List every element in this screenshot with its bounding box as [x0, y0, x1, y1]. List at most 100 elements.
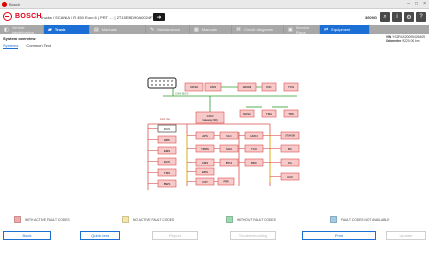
legend-item-without-faults: WITHOUT FAULT CODES — [226, 216, 276, 223]
ecu-label: PRR — [223, 181, 228, 184]
ecu-inc[interactable]: INC — [261, 82, 277, 92]
legend-swatch — [330, 216, 337, 223]
app-window: Bosch – □ × BOSCH Trucks / SCANIA / R 45… — [0, 0, 429, 258]
ecu-column-2: APS TPMS CMS ERS CST PRR — [195, 131, 235, 186]
ecu-cms[interactable]: CMS — [195, 158, 215, 167]
update-button[interactable]: Update — [386, 231, 426, 240]
print-button[interactable]: Print — [302, 231, 376, 240]
tab-label: Equipment — [331, 27, 351, 32]
ecu-label: DCS — [164, 127, 170, 131]
tab-manuals[interactable]: ▤ Manuals — [90, 25, 146, 34]
subtab-common-text[interactable]: Common Text — [26, 43, 51, 49]
app-logo-icon — [2, 2, 7, 7]
ecu-ers[interactable]: ERS — [195, 167, 215, 176]
book-icon: ▤ — [94, 26, 99, 33]
legend: WITH ACTIVE FAULT CODES NO ACTIVE FAULT … — [0, 216, 429, 228]
ecu-bc[interactable]: BC — [280, 144, 300, 153]
info-icon[interactable]: i — [392, 12, 402, 22]
tab-circuit-diagrams[interactable]: ⌘ Circuit diagrams — [232, 25, 284, 34]
ecu-tpms[interactable]: TPMS — [195, 144, 215, 153]
ecu-prr[interactable]: PRR — [217, 177, 235, 186]
ecu-label: BWS — [164, 182, 171, 186]
ecu-hmci[interactable]: HMCI — [244, 131, 264, 140]
gateway-sublabel: Gateway (SR) — [202, 119, 217, 122]
ecu-label: ECS — [164, 160, 170, 164]
ecu-vlc[interactable]: VLC — [219, 131, 239, 140]
quick-test-button[interactable]: Quick test — [80, 231, 120, 240]
left-column-stubs — [148, 128, 158, 184]
legend-item-active-faults: WITH ACTIVE FAULT CODES — [14, 216, 70, 223]
ecu-dhs2[interactable]: DHS2 — [239, 109, 255, 118]
header: BOSCH Trucks / SCANIA / R 450 Euro 6 | P… — [0, 9, 429, 25]
ecu-column-4: HMCI TCO BRC — [244, 131, 264, 167]
odometer-label: Odometer — [385, 39, 402, 44]
tab-manuals-2[interactable]: ▦ Manuals — [190, 25, 232, 34]
ecu-column-3: VLC SHU BTUI — [219, 131, 239, 167]
ecu-shu[interactable]: SHU — [219, 144, 239, 153]
plan-icon: ▣ — [288, 26, 293, 33]
ecu-label: CDS2 — [190, 85, 198, 89]
ecu-label: CDS — [210, 85, 216, 89]
ecu-ecs[interactable]: ECS — [157, 157, 177, 166]
subtab-systems[interactable]: Systems — [3, 43, 19, 49]
ecu-trs[interactable]: TRS — [283, 109, 299, 118]
vehicle-code: 3609G — [364, 15, 377, 20]
left-bus-label: Cent. Ser — [160, 118, 170, 121]
ecu-ebs[interactable]: EBS — [157, 135, 177, 144]
obd-connector-icon[interactable] — [147, 77, 177, 89]
bottom-spacer — [0, 246, 429, 258]
ecu-bws[interactable]: BWS — [157, 179, 177, 188]
legend-swatch — [122, 216, 129, 223]
ecu-tma[interactable]: TMA — [261, 109, 277, 118]
back-button[interactable]: Back — [3, 231, 51, 240]
ecu-coo-gateway[interactable]: COO Gateway (SR) — [195, 111, 225, 124]
main-navigation: ◧ Vehicle identification ▰ Truck ▤ Manua… — [0, 24, 429, 35]
can-bus-label: CAN BUS — [175, 92, 188, 96]
ecu-uti-hom[interactable]: UTI/HOM — [280, 131, 300, 140]
action-bar: Back Quick test Report Troubleshooting P… — [0, 231, 429, 243]
system-topology-diagram: CAN BUS CDS2 CDS ARGMI INC TCS DHS2 TMA … — [147, 77, 300, 190]
tab-truck[interactable]: ▰ Truck — [44, 25, 90, 34]
gear-icon[interactable]: ⚙ — [404, 12, 414, 22]
ecu-label: TCO — [251, 147, 258, 151]
ecu-left-column: DCS EBS EMS ECS TMS BWS — [157, 124, 177, 188]
bosch-armature-icon — [3, 12, 12, 21]
ecu-tms[interactable]: TMS — [157, 168, 177, 177]
plug-icon: ⇄ — [324, 26, 329, 33]
ecu-cds2[interactable]: CDS2 — [184, 82, 204, 92]
legend-label: FAULT CODES NOT AVAILABLE — [341, 217, 390, 222]
ecu-brc[interactable]: BRC — [244, 158, 264, 167]
troubleshooting-button[interactable]: Troubleshooting — [230, 231, 276, 240]
arrow-right-icon[interactable]: ➜ — [153, 13, 165, 21]
legend-item-not-available: FAULT CODES NOT AVAILABLE — [330, 216, 389, 223]
ecu-label: BTUI — [226, 161, 233, 165]
ecu-ems[interactable]: EMS — [157, 146, 177, 155]
ecu-aps[interactable]: APS — [195, 131, 215, 140]
ecu-label: BC — [288, 147, 292, 151]
report-button[interactable]: Report — [152, 231, 198, 240]
tab-service-plans[interactable]: ▣ Service Plans — [284, 24, 320, 35]
ecu-argmi[interactable]: ARGMI — [237, 82, 257, 92]
ecu-cds[interactable]: CDS — [204, 82, 222, 92]
minimize-icon[interactable]: – — [407, 2, 410, 7]
ecu-label: TCS — [288, 85, 294, 89]
legend-swatch — [226, 216, 233, 223]
ecu-btui[interactable]: BTUI — [219, 158, 239, 167]
ecu-tco[interactable]: TCO — [244, 144, 264, 153]
help-icon[interactable]: ? — [416, 12, 426, 22]
gateway-label: COO — [207, 114, 215, 118]
tab-vehicle-identification[interactable]: ◧ Vehicle identification — [0, 25, 44, 35]
ecu-aux[interactable]: AUX — [280, 172, 300, 181]
bosch-logo: BOSCH — [3, 12, 42, 21]
tab-label: Service Plans — [295, 24, 310, 35]
search-icon[interactable]: ⌕ — [380, 12, 390, 22]
ecu-tcs[interactable]: TCS — [283, 82, 299, 92]
legend-swatch — [14, 216, 21, 223]
ecu-cst[interactable]: CST — [195, 177, 215, 186]
ecu-dcs[interactable]: DCS — [157, 124, 177, 133]
tab-maintenance[interactable]: ✎ Maintenance — [146, 25, 190, 34]
tab-equipment[interactable]: ⇄ Equipment — [320, 25, 370, 34]
ecu-icl[interactable]: ICL — [280, 158, 300, 167]
close-icon[interactable]: × — [423, 2, 426, 7]
maximize-icon[interactable]: □ — [415, 2, 418, 7]
